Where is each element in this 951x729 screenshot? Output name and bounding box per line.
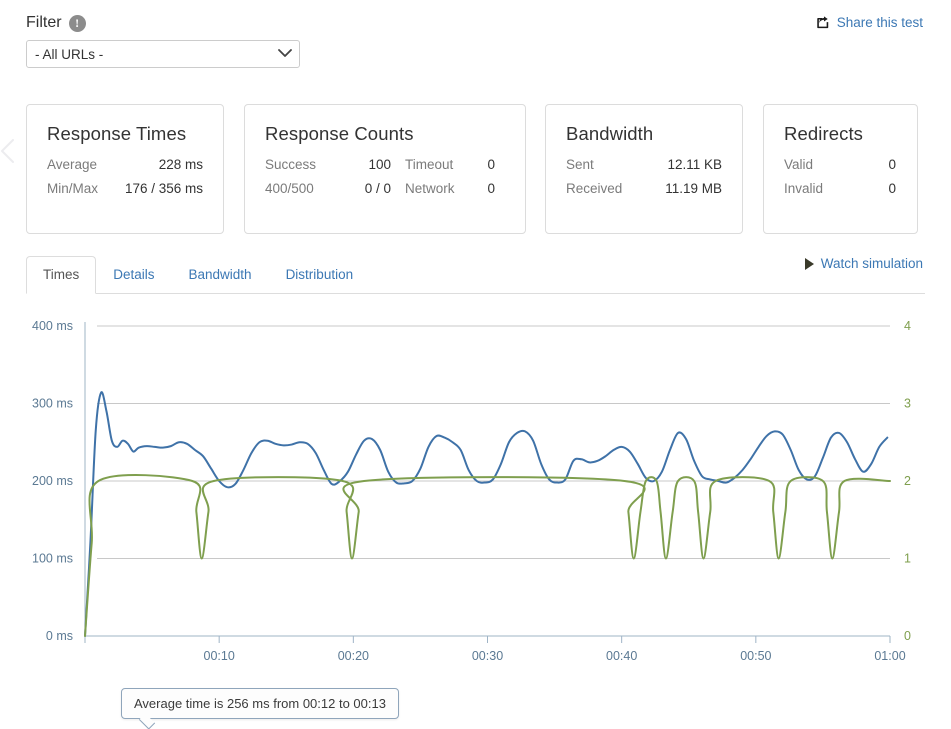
card-response-counts: Response Counts Success 100 Timeout 0 40… [244, 104, 526, 234]
stat-value: 228 ms [122, 157, 203, 172]
watch-simulation-link[interactable]: Watch simulation [805, 256, 923, 271]
stat-label: Average [47, 157, 122, 172]
stat-label-secondary: Network [391, 181, 473, 196]
card-bandwidth-title: Bandwidth [546, 105, 742, 145]
tab-times[interactable]: Times [26, 256, 96, 294]
x-axis-tick-label: 00:50 [740, 649, 771, 663]
stat-value: 176 / 356 ms [122, 181, 203, 196]
stat-row: Received 11.19 MB [566, 181, 722, 196]
y-axis-tick-label: 100 ms [32, 552, 73, 566]
stat-value-secondary: 0 [473, 157, 495, 172]
stat-label: Success [265, 157, 343, 172]
series-line-clients [85, 475, 890, 636]
stat-row: 400/500 0 / 0 Network 0 [265, 181, 505, 196]
times-chart-svg[interactable]: 0 ms 0 100 ms 1 200 ms 2 300 ms 3 400 ms 4 00:10 00… [0, 300, 951, 700]
x-axis-tick-label: 00:40 [606, 649, 637, 663]
filter-label-row: Filter ! [26, 14, 86, 32]
stat-value: 11.19 MB [641, 181, 722, 196]
stat-value: 100 [343, 157, 391, 172]
card-redirects-title: Redirects [764, 105, 917, 145]
share-this-test-label: Share this test [837, 15, 923, 30]
chart-tabs: Times Details Bandwidth Distribution [26, 256, 370, 294]
x-axis-tick-label: 00:10 [204, 649, 235, 663]
stat-label: Valid [784, 157, 866, 172]
y2-axis-tick-label: 3 [904, 397, 911, 411]
summary-cards: Response Times Average 228 ms Min/Max 17… [0, 104, 951, 234]
x-axis-tick-label: 01:00 [874, 649, 905, 663]
stat-value: 0 [866, 181, 896, 196]
stat-row: Valid 0 [784, 157, 897, 172]
card-response-counts-title: Response Counts [245, 105, 525, 145]
share-this-test-link[interactable]: Share this test [816, 15, 923, 30]
tab-distribution[interactable]: Distribution [269, 256, 371, 294]
share-icon [816, 15, 831, 30]
y-axis-tick-label: 300 ms [32, 397, 73, 411]
filter-toolbar: Filter ! - All URLs - Share this test [0, 0, 951, 76]
card-redirects: Redirects Valid 0 Invalid 0 [763, 104, 918, 234]
y-axis-tick-label: 0 ms [46, 629, 73, 643]
url-filter-select[interactable]: - All URLs - [26, 40, 300, 68]
test-results-page: Filter ! - All URLs - Share this test Re… [0, 0, 951, 729]
y-axis-tick-label: 200 ms [32, 474, 73, 488]
filter-label: Filter [26, 14, 62, 32]
series-line-average-time [85, 392, 887, 636]
card-bandwidth: Bandwidth Sent 12.11 KB Received 11.19 M… [545, 104, 743, 234]
y2-axis-tick-label: 0 [904, 629, 911, 643]
stat-row: Average 228 ms [47, 157, 203, 172]
stat-value: 0 [866, 157, 896, 172]
stat-row: Sent 12.11 KB [566, 157, 722, 172]
y-axis-tick-label: 400 ms [32, 319, 73, 333]
stat-label: Sent [566, 157, 641, 172]
stat-label: Invalid [784, 181, 866, 196]
y2-axis-tick-label: 1 [904, 552, 911, 566]
play-icon [805, 258, 814, 270]
card-response-times-title: Response Times [27, 105, 223, 145]
chart-tooltip-text: Average time is 256 ms from 00:12 to 00:… [134, 696, 386, 711]
watch-simulation-label: Watch simulation [821, 256, 923, 271]
y2-axis-tick-label: 4 [904, 319, 911, 333]
x-axis-tick-label: 00:20 [338, 649, 369, 663]
stat-row: Invalid 0 [784, 181, 897, 196]
y2-axis-tick-label: 2 [904, 474, 911, 488]
stat-label-secondary: Timeout [391, 157, 473, 172]
stat-label: Min/Max [47, 181, 122, 196]
stat-value: 0 / 0 [343, 181, 391, 196]
tab-bandwidth[interactable]: Bandwidth [172, 256, 269, 294]
stat-value-secondary: 0 [473, 181, 495, 196]
card-response-times: Response Times Average 228 ms Min/Max 17… [26, 104, 224, 234]
times-chart: 0 ms 0 100 ms 1 200 ms 2 300 ms 3 400 ms 4 00:10 00… [0, 300, 951, 729]
info-exclamation-icon[interactable]: ! [69, 15, 86, 32]
stat-row: Min/Max 176 / 356 ms [47, 181, 203, 196]
chart-tooltip: Average time is 256 ms from 00:12 to 00:… [121, 688, 399, 719]
x-axis-tick-label: 00:30 [472, 649, 503, 663]
stat-label: 400/500 [265, 181, 343, 196]
stat-value: 12.11 KB [641, 157, 722, 172]
stat-label: Received [566, 181, 641, 196]
stat-row: Success 100 Timeout 0 [265, 157, 505, 172]
tab-details[interactable]: Details [96, 256, 171, 294]
